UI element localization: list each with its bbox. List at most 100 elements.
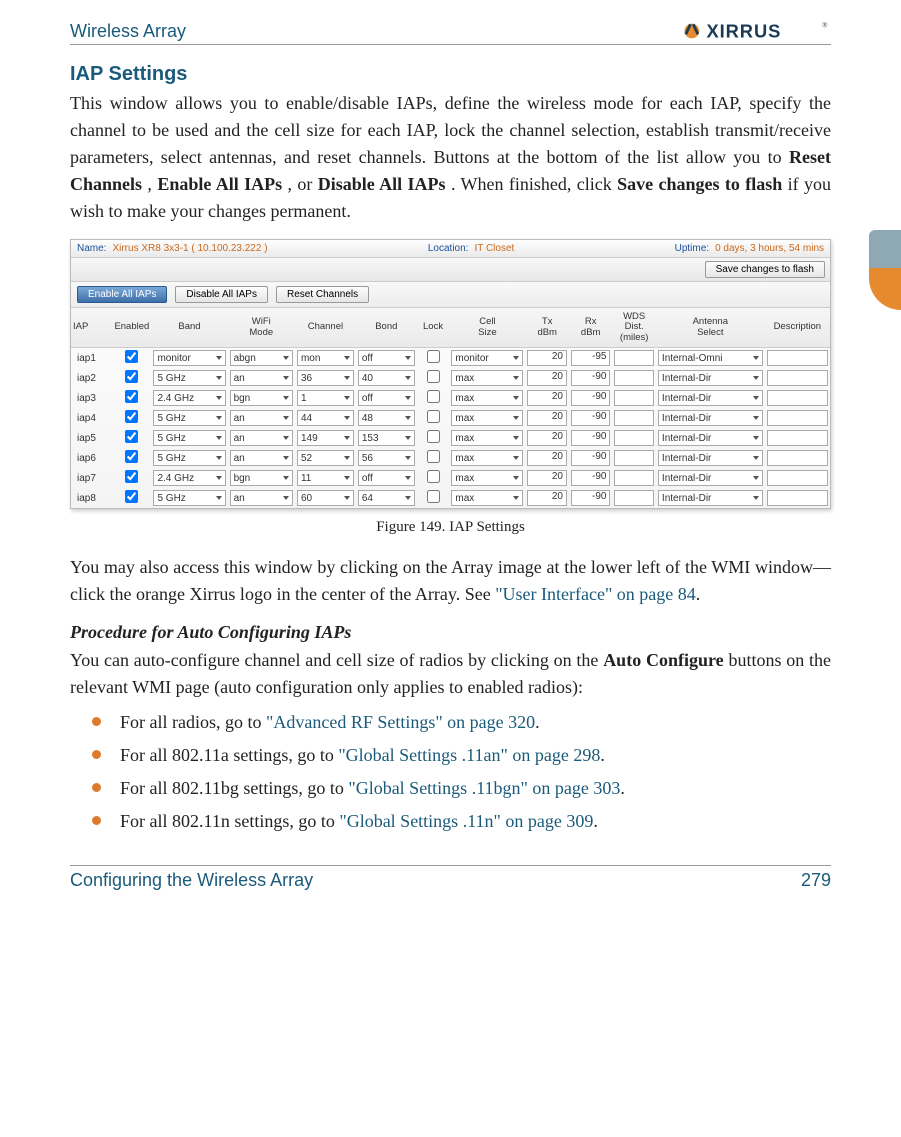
dropdown[interactable]: 11	[297, 470, 354, 486]
text-input[interactable]	[614, 430, 653, 446]
text-input[interactable]	[767, 370, 828, 386]
dropdown[interactable]: max	[451, 430, 523, 446]
text-input[interactable]: -90	[571, 490, 610, 506]
dropdown[interactable]: 5 GHz	[153, 490, 225, 506]
text-input[interactable]	[767, 470, 828, 486]
dropdown[interactable]: Internal-Dir	[658, 410, 763, 426]
text-input[interactable]: 20	[527, 390, 566, 406]
text-input[interactable]	[614, 450, 653, 466]
dropdown[interactable]: 5 GHz	[153, 410, 225, 426]
dropdown[interactable]: an	[230, 450, 293, 466]
dropdown[interactable]: off	[358, 390, 415, 406]
dropdown[interactable]: an	[230, 410, 293, 426]
dropdown[interactable]: monitor	[153, 350, 225, 366]
text-input[interactable]	[767, 390, 828, 406]
dropdown[interactable]: 2.4 GHz	[153, 470, 225, 486]
cross-reference-link[interactable]: "Global Settings .11an" on page 298	[338, 745, 600, 765]
text-input[interactable]	[767, 410, 828, 426]
text-input[interactable]: -90	[571, 450, 610, 466]
dropdown[interactable]: 44	[297, 410, 354, 426]
dropdown[interactable]: an	[230, 370, 293, 386]
enabled-checkbox[interactable]	[125, 370, 138, 383]
dropdown[interactable]: 64	[358, 490, 415, 506]
text-input[interactable]	[767, 450, 828, 466]
dropdown[interactable]: monitor	[451, 350, 523, 366]
dropdown[interactable]: max	[451, 390, 523, 406]
dropdown[interactable]: 1	[297, 390, 354, 406]
text-input[interactable]	[767, 430, 828, 446]
cross-reference-link[interactable]: "Advanced RF Settings" on page 320	[266, 712, 535, 732]
text-input[interactable]: 20	[527, 430, 566, 446]
text-input[interactable]: 20	[527, 410, 566, 426]
dropdown[interactable]: 40	[358, 370, 415, 386]
dropdown[interactable]: 48	[358, 410, 415, 426]
dropdown[interactable]: 36	[297, 370, 354, 386]
reset-channels-button[interactable]: Reset Channels	[276, 286, 369, 303]
lock-checkbox[interactable]	[427, 390, 440, 403]
text-input[interactable]: 20	[527, 350, 566, 366]
dropdown[interactable]: an	[230, 490, 293, 506]
cross-reference-link[interactable]: "Global Settings .11n" on page 309	[339, 811, 593, 831]
text-input[interactable]	[614, 370, 653, 386]
dropdown[interactable]: mon	[297, 350, 354, 366]
dropdown[interactable]: bgn	[230, 390, 293, 406]
lock-checkbox[interactable]	[427, 370, 440, 383]
dropdown[interactable]: 52	[297, 450, 354, 466]
lock-checkbox[interactable]	[427, 470, 440, 483]
enabled-checkbox[interactable]	[125, 490, 138, 503]
dropdown[interactable]: Internal-Dir	[658, 430, 763, 446]
lock-checkbox[interactable]	[427, 410, 440, 423]
dropdown[interactable]: abgn	[230, 350, 293, 366]
cross-reference-link[interactable]: "Global Settings .11bgn" on page 303	[348, 778, 620, 798]
disable-all-iaps-button[interactable]: Disable All IAPs	[175, 286, 268, 303]
dropdown[interactable]: 153	[358, 430, 415, 446]
text-input[interactable]	[614, 470, 653, 486]
dropdown[interactable]: Internal-Omni	[658, 350, 763, 366]
dropdown[interactable]: bgn	[230, 470, 293, 486]
lock-checkbox[interactable]	[427, 490, 440, 503]
text-input[interactable]: 20	[527, 450, 566, 466]
lock-checkbox[interactable]	[427, 350, 440, 363]
dropdown[interactable]: 5 GHz	[153, 450, 225, 466]
dropdown[interactable]: Internal-Dir	[658, 450, 763, 466]
enabled-checkbox[interactable]	[125, 470, 138, 483]
text-input[interactable]: -90	[571, 370, 610, 386]
text-input[interactable]	[614, 390, 653, 406]
enabled-checkbox[interactable]	[125, 430, 138, 443]
text-input[interactable]: -90	[571, 390, 610, 406]
dropdown[interactable]: 149	[297, 430, 354, 446]
text-input[interactable]: -95	[571, 350, 610, 366]
enabled-checkbox[interactable]	[125, 350, 138, 363]
dropdown[interactable]: Internal-Dir	[658, 490, 763, 506]
text-input[interactable]	[614, 490, 653, 506]
dropdown[interactable]: Internal-Dir	[658, 470, 763, 486]
enabled-checkbox[interactable]	[125, 390, 138, 403]
text-input[interactable]	[767, 490, 828, 506]
text-input[interactable]	[614, 410, 653, 426]
lock-checkbox[interactable]	[427, 450, 440, 463]
text-input[interactable]: 20	[527, 370, 566, 386]
text-input[interactable]	[614, 350, 653, 366]
link-user-interface[interactable]: "User Interface" on page 84	[495, 584, 696, 604]
text-input[interactable]	[767, 350, 828, 366]
text-input[interactable]: -90	[571, 410, 610, 426]
text-input[interactable]: -90	[571, 470, 610, 486]
save-changes-button[interactable]: Save changes to flash	[705, 261, 825, 278]
text-input[interactable]: -90	[571, 430, 610, 446]
dropdown[interactable]: Internal-Dir	[658, 370, 763, 386]
dropdown[interactable]: max	[451, 470, 523, 486]
lock-checkbox[interactable]	[427, 430, 440, 443]
text-input[interactable]: 20	[527, 470, 566, 486]
dropdown[interactable]: max	[451, 490, 523, 506]
dropdown[interactable]: off	[358, 470, 415, 486]
dropdown[interactable]: max	[451, 410, 523, 426]
dropdown[interactable]: max	[451, 370, 523, 386]
dropdown[interactable]: 60	[297, 490, 354, 506]
dropdown[interactable]: off	[358, 350, 415, 366]
dropdown[interactable]: an	[230, 430, 293, 446]
dropdown[interactable]: 56	[358, 450, 415, 466]
enable-all-iaps-button[interactable]: Enable All IAPs	[77, 286, 167, 303]
dropdown[interactable]: 5 GHz	[153, 370, 225, 386]
dropdown[interactable]: 5 GHz	[153, 430, 225, 446]
dropdown[interactable]: 2.4 GHz	[153, 390, 225, 406]
